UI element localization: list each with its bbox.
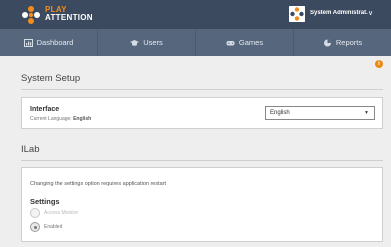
access-monitor-label: Access Monitor xyxy=(44,210,79,216)
nav-label-users: Users xyxy=(143,38,163,47)
access-monitor-option[interactable]: Access Monitor xyxy=(30,208,78,218)
restart-note: Changing the settings option requires ap… xyxy=(30,181,167,187)
nav-label-games: Games xyxy=(238,38,264,47)
nav-label-dashboard: Dashboard xyxy=(36,38,74,47)
current-language-label: Current Language: xyxy=(30,116,72,122)
dashboard-icon xyxy=(23,38,33,47)
nav-item-reports[interactable]: Reports xyxy=(294,29,391,56)
chart-icon xyxy=(323,39,331,46)
info-icon[interactable]: i xyxy=(375,60,383,68)
interface-title: Interface xyxy=(30,106,60,113)
ilab-card: Changing the settings option requires ap… xyxy=(21,167,383,242)
brand-wordmark[interactable]: PLAY ATTENTION xyxy=(45,6,93,22)
current-language-text: Current Language: English xyxy=(30,116,91,122)
user-name[interactable]: System Administrat... xyxy=(310,10,368,16)
nav-item-dashboard[interactable]: Dashboard xyxy=(0,29,98,56)
enabled-radio[interactable] xyxy=(30,222,40,232)
nav-item-users[interactable]: Users xyxy=(98,29,196,56)
ilab-title: ILab xyxy=(21,144,40,155)
nav-label-reports: Reports xyxy=(335,38,363,47)
language-select[interactable]: English ▼ xyxy=(265,106,375,120)
interface-card: Interface Current Language: English Engl… xyxy=(21,97,383,129)
graduation-cap-icon xyxy=(130,39,140,46)
section-divider xyxy=(21,160,383,161)
dropdown-caret-icon: ▼ xyxy=(364,110,369,116)
gamepad-icon xyxy=(226,40,235,45)
nav-item-games[interactable]: Games xyxy=(196,29,294,56)
access-monitor-radio[interactable] xyxy=(30,208,40,218)
main-nav: Dashboard Users Games Reports xyxy=(0,29,391,56)
enabled-label: Enabled xyxy=(44,224,63,230)
settings-title: Settings xyxy=(30,197,60,206)
user-menu-chevron-down-icon[interactable]: ∨ xyxy=(368,9,373,17)
section-divider xyxy=(21,89,383,90)
system-setup-title: System Setup xyxy=(21,73,81,84)
user-avatar[interactable] xyxy=(289,6,305,22)
play-attention-logo-icon[interactable] xyxy=(21,5,41,25)
language-select-value: English xyxy=(270,110,290,116)
enabled-option[interactable]: Enabled xyxy=(30,222,62,232)
brand-line-2: ATTENTION xyxy=(45,13,93,22)
top-header: PLAY ATTENTION System Administrat... ∨ xyxy=(0,0,391,29)
current-language-value: English xyxy=(73,116,92,122)
